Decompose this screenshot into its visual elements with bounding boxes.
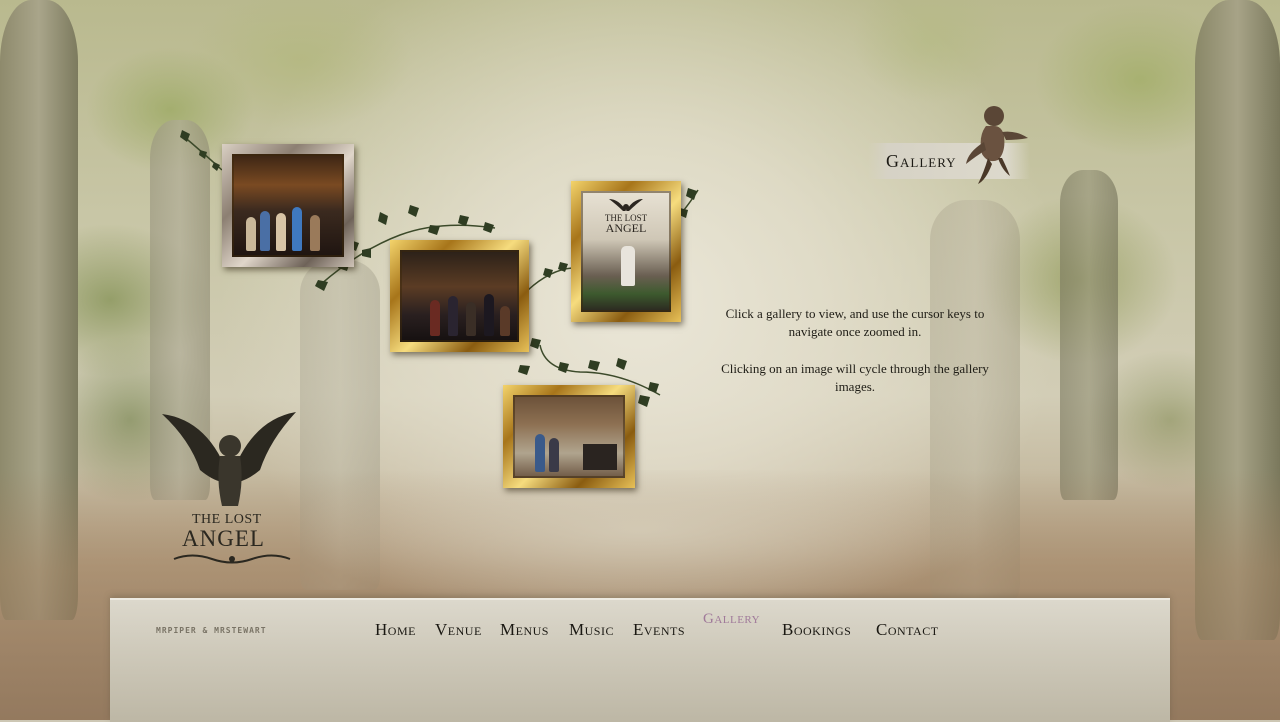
nav-gallery[interactable]: Gallery: [703, 611, 760, 628]
nav-contact[interactable]: Contact: [876, 620, 939, 640]
cherub-statue-icon: [962, 102, 1030, 186]
instruction-text: Click a gallery to view, and use the cur…: [725, 306, 985, 339]
gallery-photo-lost-angel-poster: THE LOST ANGEL: [581, 191, 671, 312]
gallery-photo-venue-interior: [513, 395, 625, 478]
nav-events[interactable]: Events: [633, 620, 685, 640]
gallery-thumbnail-band[interactable]: [390, 240, 529, 352]
site-credit: MRPIPER & MRSTEWART: [156, 626, 267, 635]
angel-logo-icon: [162, 412, 296, 506]
navigation-slab: [110, 598, 1170, 722]
page-title: Gallery: [886, 151, 957, 171]
logo-line2: ANGEL: [182, 526, 265, 551]
nav-home[interactable]: Home: [375, 620, 416, 640]
nav-bookings[interactable]: Bookings: [782, 620, 851, 640]
nav-music[interactable]: Music: [569, 620, 614, 640]
poster-title: THE LOST ANGEL: [604, 213, 648, 235]
nav-menus[interactable]: Menus: [500, 620, 549, 640]
the-lost-angel-logo[interactable]: THE LOST ANGEL: [160, 410, 300, 570]
gallery-instructions: Click a gallery to view, and use the cur…: [715, 305, 995, 415]
angel-wings-icon: [609, 197, 643, 213]
gallery-photo-bar-crowd: [232, 154, 344, 257]
gallery-thumbnail-venue[interactable]: [503, 385, 635, 488]
gallery-thumbnail-bar[interactable]: [222, 144, 354, 267]
nav-venue[interactable]: Venue: [435, 620, 482, 640]
tree-trunk: [1060, 170, 1118, 500]
gallery-thumbnail-poster[interactable]: THE LOST ANGEL: [571, 181, 681, 322]
instruction-text: Clicking on an image will cycle through …: [721, 361, 989, 394]
gallery-photo-band-performing: [400, 250, 519, 342]
logo-flourish-icon: [173, 554, 291, 564]
